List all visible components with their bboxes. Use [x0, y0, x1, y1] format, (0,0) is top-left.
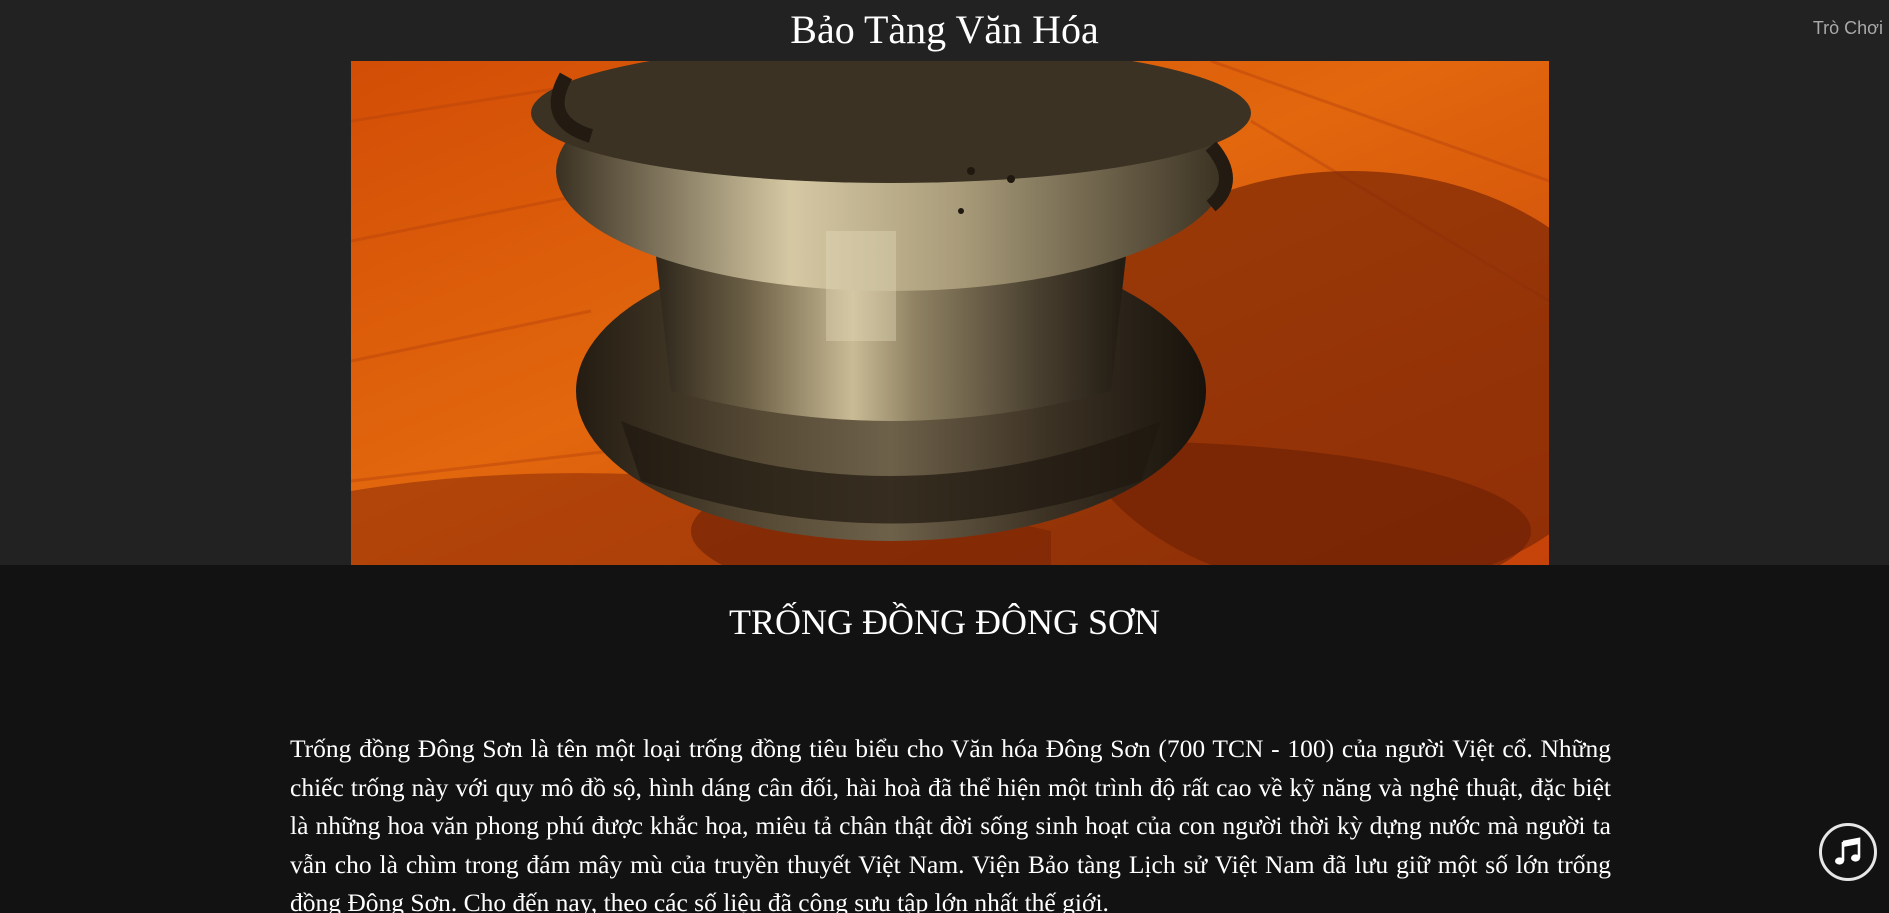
article-body: Trống đồng Đông Sơn là tên một loại trốn… [290, 734, 1611, 913]
article-title: TRỐNG ĐỒNG ĐÔNG SƠN [729, 602, 1160, 642]
bronze-drum-photo [351, 61, 1549, 565]
music-toggle-button[interactable] [1819, 823, 1877, 881]
site-title: Bảo Tàng Văn Hóa [790, 7, 1099, 52]
nav-link-games[interactable]: Trò Chơi [1813, 17, 1883, 39]
page: Bảo Tàng Văn Hóa Trò Chơi TRỐNG ĐỒNG ĐÔN… [0, 0, 1889, 913]
top-bar: Bảo Tàng Văn Hóa Trò Chơi [0, 0, 1889, 61]
music-note-icon [1835, 837, 1861, 865]
